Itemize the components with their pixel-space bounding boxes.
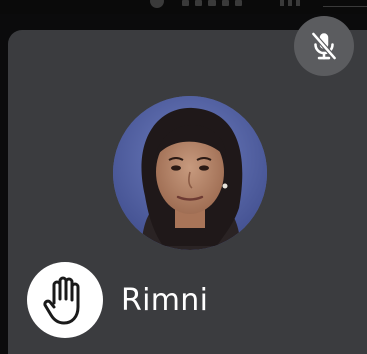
mic-off-icon (294, 16, 354, 76)
status-indicator-icon (150, 0, 164, 8)
signal-icon (182, 0, 243, 8)
battery-icon (323, 0, 367, 7)
hand-raised-icon[interactable] (27, 262, 103, 338)
avatar (113, 96, 267, 250)
participant-name: Rimni (121, 283, 209, 318)
network-icon (280, 0, 300, 6)
call-screen: Rimni (0, 0, 367, 354)
status-bar (0, 0, 367, 14)
